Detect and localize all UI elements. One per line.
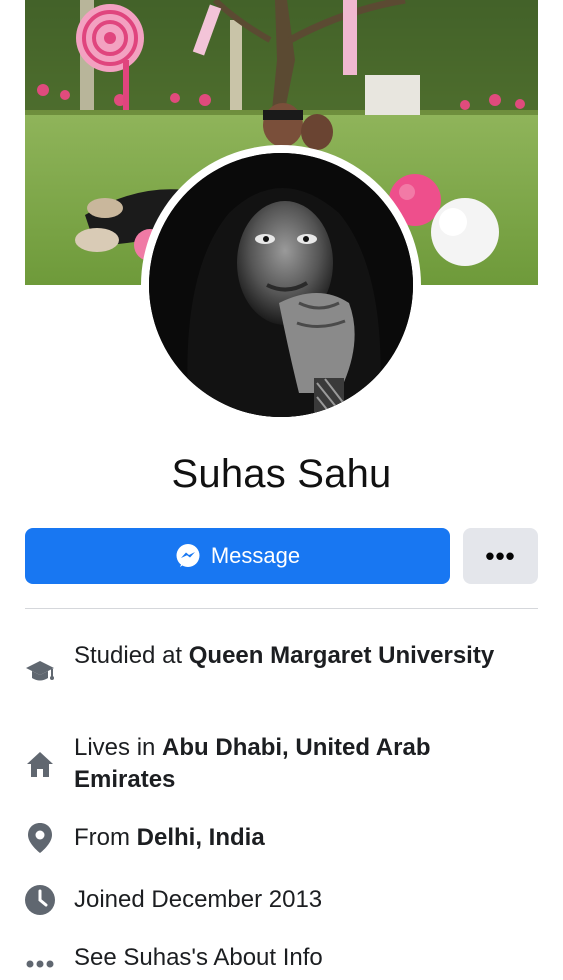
intro-education-value[interactable]: Queen Margaret University — [189, 642, 494, 669]
intro-from-text: From Delhi, India — [74, 822, 524, 854]
more-options-button[interactable]: ••• — [463, 528, 538, 584]
message-button[interactable]: Message — [25, 528, 450, 584]
intro-education-prefix: Studied at — [74, 642, 189, 669]
clock-icon — [24, 884, 56, 916]
intro-from-prefix: From — [74, 824, 137, 851]
intro-lives-text: Lives in Abu Dhabi, United Arab Emirates — [74, 732, 524, 796]
intro-from-value[interactable]: Delhi, India — [137, 824, 265, 851]
location-pin-icon — [24, 822, 56, 854]
message-button-label: Message — [210, 543, 301, 568]
graduation-cap-icon — [24, 656, 56, 688]
messenger-icon — [175, 543, 201, 569]
home-icon — [24, 748, 56, 780]
see-about-link[interactable]: See Suhas's About Info — [74, 942, 524, 974]
profile-avatar-image — [149, 153, 413, 417]
profile-avatar[interactable] — [141, 145, 421, 425]
section-divider — [25, 608, 538, 609]
more-dots-icon: ••• — [485, 540, 516, 571]
profile-name: Suhas Sahu — [171, 452, 392, 496]
more-dots-icon — [24, 948, 56, 980]
intro-joined-text: Joined December 2013 — [74, 886, 323, 913]
intro-education-text: Studied at Queen Margaret University — [74, 640, 524, 672]
intro-lives-prefix: Lives in — [74, 734, 163, 761]
